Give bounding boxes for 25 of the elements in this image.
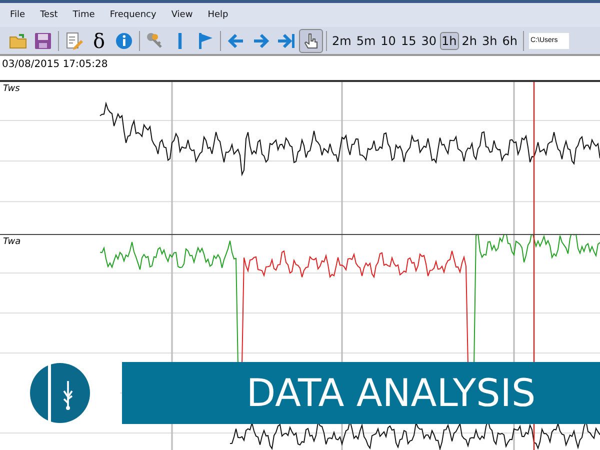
- document-edit-icon: [64, 30, 84, 50]
- delta-button[interactable]: δ: [87, 28, 111, 52]
- timestamp: 03/08/2015 17:05:28: [2, 59, 108, 70]
- menu-item[interactable]: View: [171, 10, 193, 20]
- time-range-button[interactable]: 2m: [330, 32, 354, 50]
- panel-label: Tws: [3, 84, 20, 94]
- hand-button[interactable]: [299, 28, 323, 52]
- time-range-button[interactable]: 2h: [460, 32, 479, 50]
- panel-label: Twa: [3, 237, 21, 247]
- time-range-button[interactable]: 5m: [354, 32, 378, 50]
- time-range-button[interactable]: 30: [419, 32, 438, 50]
- menu-item[interactable]: Frequency: [110, 10, 156, 20]
- time-range-button[interactable]: 1h: [440, 32, 459, 50]
- time-range-button[interactable]: 3h: [480, 32, 500, 50]
- menu-item[interactable]: File: [10, 10, 26, 20]
- menu-item[interactable]: Test: [40, 10, 58, 20]
- time-range-button[interactable]: 10: [378, 32, 398, 50]
- save-icon: [33, 30, 53, 50]
- time-range-button[interactable]: 6h: [500, 32, 520, 50]
- info-icon: [114, 30, 134, 50]
- menu-item[interactable]: Help: [208, 10, 228, 20]
- bar-icon: [178, 32, 182, 48]
- banner-title: DATA ANALYSIS: [246, 371, 536, 415]
- menu-item[interactable]: Time: [72, 10, 95, 20]
- time-range-button[interactable]: 15: [398, 32, 418, 50]
